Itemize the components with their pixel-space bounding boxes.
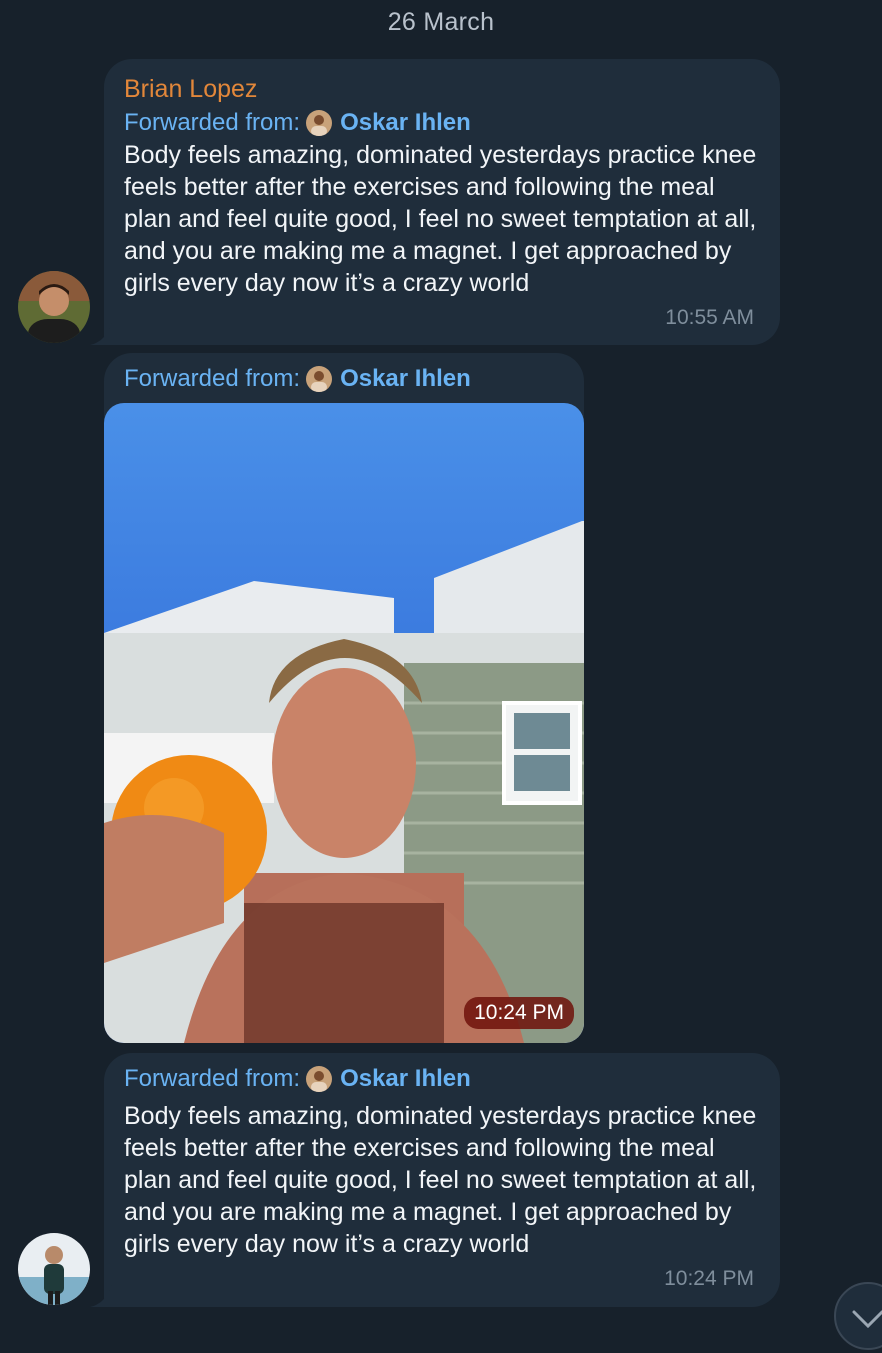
scroll-down-button[interactable] bbox=[834, 1282, 882, 1350]
forwarded-label: Forwarded from: bbox=[124, 365, 301, 392]
photo-time: 10:24 PM bbox=[464, 997, 574, 1029]
sender-avatar[interactable] bbox=[18, 1233, 90, 1305]
forwarded-header[interactable]: Forwarded from: Oskar Ihlen bbox=[124, 1065, 471, 1093]
sender-avatar[interactable] bbox=[18, 271, 90, 343]
forwarded-name[interactable]: Oskar Ihlen bbox=[340, 109, 471, 137]
bubble-tail bbox=[90, 1285, 112, 1307]
photo-image bbox=[104, 403, 584, 1043]
message-text: Body feels amazing, dominated yesterdays… bbox=[124, 1102, 757, 1258]
forwarded-label: Forwarded from: bbox=[124, 1065, 301, 1092]
message-time: 10:24 PM bbox=[664, 1267, 754, 1290]
date-separator: 26 March bbox=[387, 8, 495, 36]
forwarded-header[interactable]: Forwarded from: Oskar Ihlen bbox=[124, 109, 471, 137]
chevron-down-icon bbox=[852, 1310, 882, 1329]
message-time: 10:55 AM bbox=[665, 306, 754, 329]
forwarded-avatar bbox=[306, 110, 333, 136]
message-bubble[interactable]: Brian Lopez Forwarded from: Oskar Ihlen … bbox=[90, 59, 780, 345]
forwarded-avatar bbox=[306, 1066, 333, 1092]
forwarded-avatar bbox=[306, 366, 333, 392]
message-bubble[interactable]: Forwarded from: Oskar Ihlen Body feels a… bbox=[90, 1053, 780, 1307]
forwarded-name[interactable]: Oskar Ihlen bbox=[340, 1065, 471, 1093]
forwarded-name[interactable]: Oskar Ihlen bbox=[340, 365, 471, 393]
message-text: Body feels amazing, dominated yesterdays… bbox=[124, 141, 757, 297]
message-photo[interactable]: 10:24 PM bbox=[104, 403, 584, 1043]
forwarded-header[interactable]: Forwarded from: Oskar Ihlen bbox=[124, 365, 471, 393]
forwarded-label: Forwarded from: bbox=[124, 109, 301, 136]
bubble-tail bbox=[90, 323, 112, 345]
sender-name[interactable]: Brian Lopez bbox=[124, 75, 257, 104]
